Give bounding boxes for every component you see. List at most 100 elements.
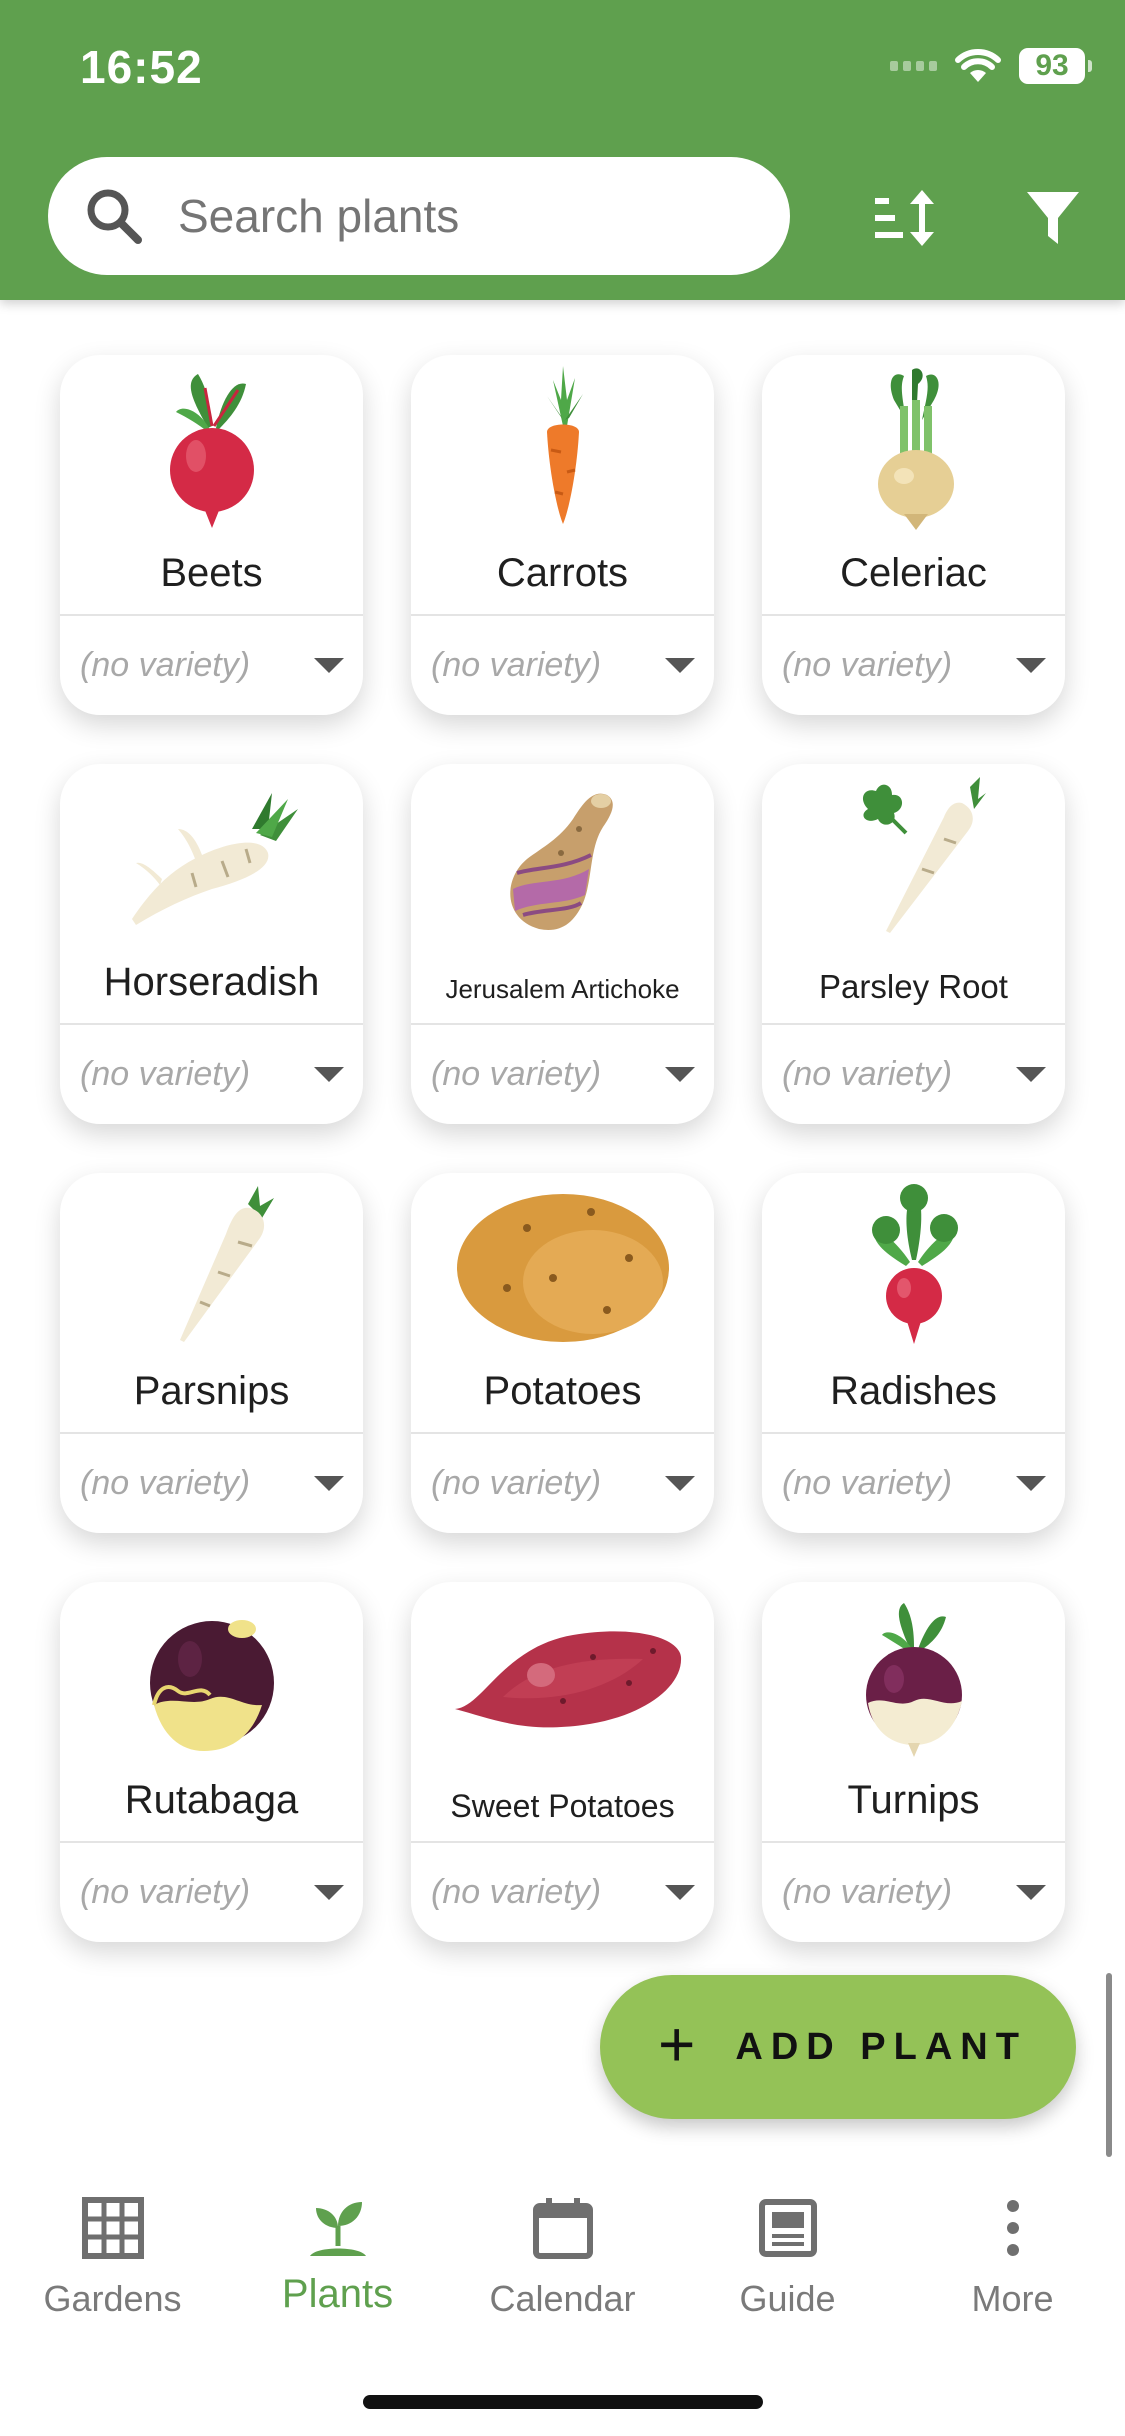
variety-value: (no variety) xyxy=(80,1463,251,1502)
caret-down-icon xyxy=(1016,1475,1046,1491)
search-input[interactable] xyxy=(178,189,738,243)
home-indicator[interactable] xyxy=(363,2395,763,2409)
divider xyxy=(411,1432,714,1434)
plant-card-potatoes[interactable]: Potatoes (no variety) xyxy=(411,1173,714,1533)
variety-value: (no variety) xyxy=(782,1872,953,1911)
divider xyxy=(60,614,363,616)
search-icon xyxy=(87,189,142,244)
variety-value: (no variety) xyxy=(431,1054,602,1093)
divider xyxy=(60,1023,363,1025)
sweet-potato-icon xyxy=(454,1631,681,1728)
variety-dropdown[interactable]: (no variety) xyxy=(431,1862,701,1922)
plant-card-jerusalem-artichoke[interactable]: Jerusalem Artichoke (no variety) xyxy=(411,764,714,1124)
plant-name: Horseradish xyxy=(103,960,320,1004)
horseradish-icon xyxy=(131,793,298,925)
variety-dropdown[interactable]: (no variety) xyxy=(782,635,1052,695)
parsnip-icon xyxy=(179,1186,274,1342)
nav-label: Calendar xyxy=(489,2278,636,2319)
caret-down-icon xyxy=(314,1066,344,1082)
variety-dropdown[interactable]: (no variety) xyxy=(782,1453,1052,1513)
plus-icon: + xyxy=(658,2008,696,2080)
caret-down-icon xyxy=(665,1475,695,1491)
nav-more[interactable]: More xyxy=(900,2192,1125,2322)
nav-plants[interactable]: Plants xyxy=(225,2192,450,2322)
variety-dropdown[interactable]: (no variety) xyxy=(80,1453,350,1513)
variety-dropdown[interactable]: (no variety) xyxy=(80,635,350,695)
divider xyxy=(762,1023,1065,1025)
variety-dropdown[interactable]: (no variety) xyxy=(431,1044,701,1104)
variety-value: (no variety) xyxy=(80,1872,251,1911)
variety-dropdown[interactable]: (no variety) xyxy=(80,1862,350,1922)
battery-indicator: 93 xyxy=(1019,48,1092,84)
variety-value: (no variety) xyxy=(431,1463,602,1502)
plant-name: Parsnips xyxy=(133,1369,290,1413)
plant-name: Potatoes xyxy=(483,1369,642,1413)
divider xyxy=(762,614,1065,616)
divider xyxy=(60,1432,363,1434)
variety-dropdown[interactable]: (no variety) xyxy=(431,635,701,695)
app-header: 16:52 93 xyxy=(0,0,1125,300)
plant-card-beets[interactable]: Beets (no variety) xyxy=(60,355,363,715)
nav-guide[interactable]: Guide xyxy=(675,2192,900,2322)
variety-dropdown[interactable]: (no variety) xyxy=(782,1862,1052,1922)
status-icons: 93 xyxy=(890,48,1092,84)
plant-card-horseradish[interactable]: Horseradish (no variety) xyxy=(60,764,363,1124)
filter-icon xyxy=(1027,192,1079,244)
plant-name: Rutabaga xyxy=(124,1778,299,1822)
wifi-icon xyxy=(955,49,1001,82)
cellular-signal-icon xyxy=(890,61,937,71)
variety-dropdown[interactable]: (no variety) xyxy=(431,1453,701,1513)
jerusalem-artichoke-icon xyxy=(509,793,613,930)
status-time: 16:52 xyxy=(80,41,203,93)
plant-card-parsley-root[interactable]: Parsley Root (no variety) xyxy=(762,764,1065,1124)
variety-dropdown[interactable]: (no variety) xyxy=(80,1044,350,1104)
beet-icon xyxy=(169,374,254,528)
calendar-icon xyxy=(527,2192,599,2264)
add-plant-button[interactable]: + ADD PLANT xyxy=(600,1975,1076,2119)
potato-icon xyxy=(456,1194,669,1342)
plant-name: Sweet Potatoes xyxy=(450,1788,675,1824)
caret-down-icon xyxy=(314,657,344,673)
caret-down-icon xyxy=(1016,1066,1046,1082)
caret-down-icon xyxy=(314,1884,344,1900)
variety-value: (no variety) xyxy=(80,645,251,684)
caret-down-icon xyxy=(665,1066,695,1082)
plant-name: Celeriac xyxy=(840,551,987,595)
nav-gardens[interactable]: Gardens xyxy=(0,2192,225,2322)
plant-card-carrots[interactable]: Carrots (no variety) xyxy=(411,355,714,715)
divider xyxy=(411,614,714,616)
grid-icon xyxy=(77,2192,149,2264)
plant-card-parsnips[interactable]: Parsnips (no variety) xyxy=(60,1173,363,1533)
nav-label: Plants xyxy=(281,2272,394,2316)
nav-label: More xyxy=(971,2278,1054,2319)
caret-down-icon xyxy=(314,1475,344,1491)
celeriac-icon xyxy=(877,368,954,530)
plant-name: Radishes xyxy=(830,1369,997,1413)
plant-card-rutabaga[interactable]: Rutabaga (no variety) xyxy=(60,1582,363,1942)
plant-name: Beets xyxy=(160,551,263,595)
plant-card-turnips[interactable]: Turnips (no variety) xyxy=(762,1582,1065,1942)
more-vertical-icon xyxy=(977,2192,1049,2264)
carrot-icon xyxy=(546,366,583,524)
plants-grid: Beets (no variety) Carrots (no variety) xyxy=(60,355,1065,1942)
radish-icon xyxy=(871,1184,958,1344)
divider xyxy=(411,1023,714,1025)
plant-card-sweet-potatoes[interactable]: Sweet Potatoes (no variety) xyxy=(411,1582,714,1942)
divider xyxy=(762,1432,1065,1434)
scrollbar[interactable] xyxy=(1106,1973,1112,2157)
turnip-icon xyxy=(865,1603,962,1757)
plant-card-celeriac[interactable]: Celeriac (no variety) xyxy=(762,355,1065,715)
sort-icon xyxy=(875,190,934,246)
nav-calendar[interactable]: Calendar xyxy=(450,2192,675,2322)
rutabaga-icon xyxy=(149,1620,274,1751)
sort-button[interactable] xyxy=(868,180,944,256)
divider xyxy=(411,1841,714,1843)
plant-name: Parsley Root xyxy=(819,968,1008,1005)
parsley-root-icon xyxy=(862,777,986,933)
search-bar[interactable] xyxy=(48,157,790,275)
variety-value: (no variety) xyxy=(80,1054,251,1093)
plant-card-radishes[interactable]: Radishes (no variety) xyxy=(762,1173,1065,1533)
caret-down-icon xyxy=(665,657,695,673)
variety-dropdown[interactable]: (no variety) xyxy=(782,1044,1052,1104)
filter-button[interactable] xyxy=(1015,180,1091,256)
